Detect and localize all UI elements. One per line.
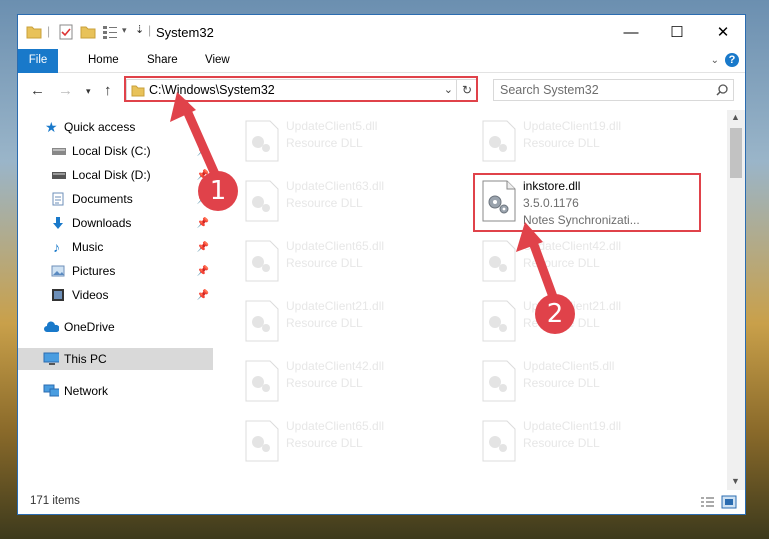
callout-arrows: [170, 92, 561, 310]
callout-badge-1: 1: [198, 171, 238, 211]
callout-badge-2: 2: [535, 294, 575, 334]
